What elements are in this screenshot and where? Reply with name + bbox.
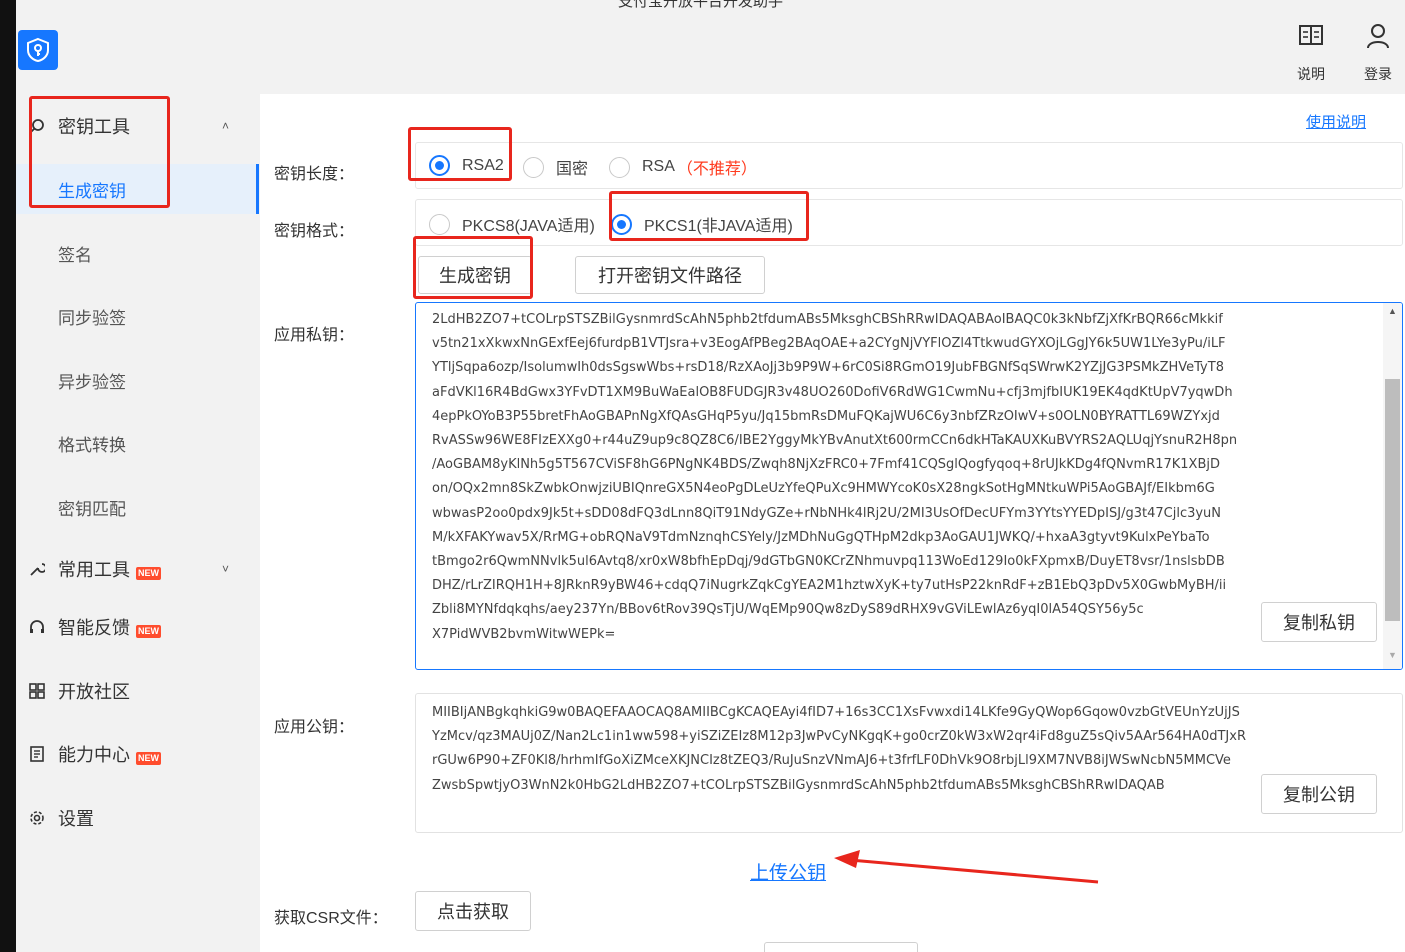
private-key-scrollbar[interactable]: ▲ ▼	[1383, 303, 1402, 669]
user-icon	[1356, 22, 1400, 52]
login-label: 登录	[1364, 66, 1392, 82]
sidebar: 密钥工具 ˄ 生成密钥 签名 同步验签 异步验签 格式转换 密钥匹配 常用工具 …	[16, 94, 259, 952]
chevron-down-icon[interactable]: ˅	[222, 562, 229, 576]
nav-group-label: 设置	[58, 809, 94, 829]
radio-rsa[interactable]: RSA （不推荐）	[609, 155, 757, 179]
capability-icon	[28, 745, 46, 763]
nav-group-label: 能力中心	[58, 745, 130, 765]
radio-dot	[523, 156, 544, 178]
usage-link[interactable]: 使用说明	[1306, 111, 1366, 132]
radio-pkcs8[interactable]: PKCS8(JAVA适用)	[429, 212, 595, 236]
nav-group-label: 密钥工具	[58, 117, 130, 137]
search-icon	[28, 117, 46, 135]
open-key-path-button[interactable]: 打开密钥文件路径	[575, 256, 765, 294]
public-key-textarea[interactable]: MIIBIjANBgkqhkiG9w0BAQEFAAOCAQ8AMIIBCgKC…	[415, 693, 1403, 833]
private-key-text: 2LdHB2ZO7+tCOLrpSTSZBilGysnmrdScAhN5phb2…	[432, 312, 1238, 642]
grid-icon	[28, 682, 46, 700]
new-badge: NEW	[136, 567, 161, 580]
wrench-icon	[28, 560, 46, 578]
help-label: 说明	[1297, 66, 1325, 82]
radio-label: PKCS1(非JAVA适用)	[644, 218, 793, 235]
radio-rsa2[interactable]: RSA2	[429, 155, 504, 176]
key-length-label: 密钥长度：	[274, 166, 355, 183]
window-edge	[0, 0, 16, 952]
book-icon	[1289, 22, 1333, 52]
nav-item-sync-verify[interactable]: 同步验签	[16, 291, 259, 341]
generate-key-button[interactable]: 生成密钥	[418, 256, 532, 294]
headset-icon	[28, 618, 46, 636]
gear-icon	[28, 809, 46, 827]
upload-public-key-link[interactable]: 上传公钥	[750, 858, 826, 885]
nav-group-label: 常用工具	[58, 560, 130, 580]
nav-item-async-verify[interactable]: 异步验签	[16, 355, 259, 405]
key-format-label: 密钥格式：	[274, 223, 355, 240]
nav-item-generate-key[interactable]: 生成密钥	[16, 164, 259, 214]
radio-label: RSA	[642, 158, 675, 175]
key-format-options: PKCS8(JAVA适用) PKCS1(非JAVA适用)	[415, 199, 1403, 246]
radio-label: PKCS8(JAVA适用)	[462, 218, 595, 235]
not-recommended-note: （不推荐）	[676, 161, 757, 178]
new-badge: NEW	[136, 625, 161, 638]
radio-sm2[interactable]: 国密	[523, 155, 588, 179]
key-length-options: RSA2 国密 RSA （不推荐）	[415, 142, 1403, 189]
nav-group-common-tools[interactable]: 常用工具 NEW ˅	[16, 539, 259, 599]
nav-item-sign[interactable]: 签名	[16, 228, 259, 278]
title-bar: 支付宝开放平台开发助手	[16, 0, 1405, 14]
radio-dot	[429, 213, 450, 235]
public-key-text: MIIBIjANBgkqhkiG9w0BAQEFAAOCAQ8AMIIBCgKC…	[432, 705, 1246, 793]
scroll-up-icon[interactable]: ▲	[1383, 306, 1402, 322]
private-key-label: 应用私钥：	[274, 327, 355, 344]
radio-dot	[609, 156, 630, 178]
radio-dot-selected	[611, 213, 632, 235]
radio-pkcs1[interactable]: PKCS1(非JAVA适用)	[611, 212, 793, 236]
nav-group-label: 开放社区	[58, 682, 130, 702]
nav-group-feedback[interactable]: 智能反馈 NEW	[16, 597, 259, 657]
nav-group-key-tools[interactable]: 密钥工具 ˄	[16, 96, 259, 156]
scroll-thumb[interactable]	[1385, 379, 1400, 621]
get-csr-button[interactable]: 点击获取	[415, 891, 531, 931]
nav-group-community[interactable]: 开放社区	[16, 661, 259, 721]
nav-item-key-match[interactable]: 密钥匹配	[16, 482, 259, 532]
radio-dot-selected	[429, 155, 450, 176]
nav-group-settings[interactable]: 设置	[16, 788, 259, 848]
new-badge: NEW	[136, 752, 161, 765]
csr-label: 获取CSR文件：	[274, 910, 388, 927]
chevron-up-icon[interactable]: ˄	[222, 119, 229, 133]
copy-public-key-button[interactable]: 复制公钥	[1261, 774, 1377, 814]
partial-button[interactable]	[764, 942, 918, 952]
nav-group-label: 智能反馈	[58, 618, 130, 638]
public-key-label: 应用公钥：	[274, 719, 355, 736]
scroll-down-icon[interactable]: ▼	[1383, 650, 1402, 666]
private-key-textarea[interactable]: 2LdHB2ZO7+tCOLrpSTSZBilGysnmrdScAhN5phb2…	[415, 302, 1403, 670]
copy-private-key-button[interactable]: 复制私钥	[1261, 602, 1377, 642]
radio-label: RSA2	[462, 156, 504, 174]
nav-item-format-convert[interactable]: 格式转换	[16, 418, 259, 468]
shield-key-icon	[27, 37, 49, 63]
login-button[interactable]: 登录	[1356, 22, 1400, 84]
help-button[interactable]: 说明	[1289, 22, 1333, 84]
radio-label: 国密	[556, 161, 589, 178]
main-panel: 使用说明 密钥长度： RSA2 国密 RSA （不推荐） 密钥格式： PKCS8…	[260, 94, 1405, 952]
nav-group-capability[interactable]: 能力中心 NEW	[16, 724, 259, 784]
window-title: 支付宝开放平台开发助手	[618, 0, 784, 10]
app-logo	[18, 30, 58, 70]
